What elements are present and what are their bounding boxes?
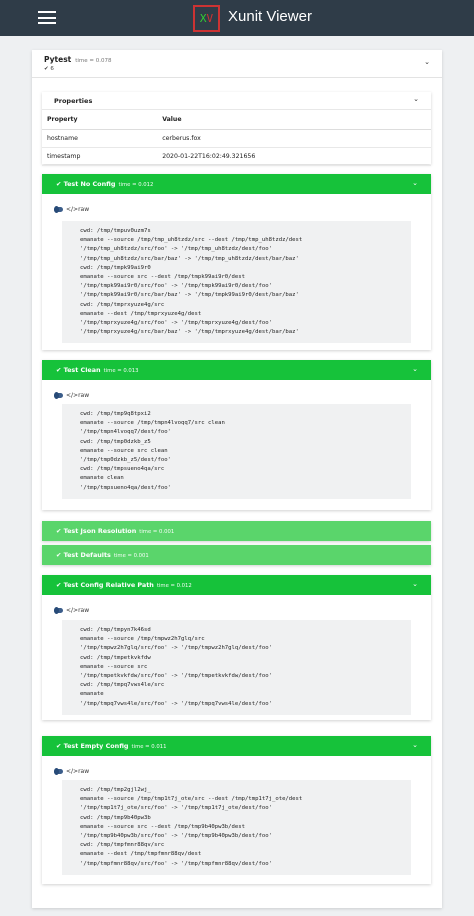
column-header-property: Property xyxy=(42,110,158,130)
raw-label: </>raw xyxy=(66,768,90,775)
raw-label: </>raw xyxy=(66,392,90,399)
chevron-down-icon[interactable]: ⌄ xyxy=(424,58,430,66)
test-time: time = 0.001 xyxy=(139,529,175,535)
chevron-down-icon[interactable]: ⌄ xyxy=(412,741,418,749)
column-header-value: Value xyxy=(157,110,431,130)
test-title: ✔ Test No Config time = 0.012 xyxy=(56,180,154,188)
suite-name-row: Pytest time = 0.078 xyxy=(44,55,112,64)
table-header-row: Property Value xyxy=(42,110,431,130)
test-time: time = 0.011 xyxy=(131,744,167,750)
test-header[interactable]: ✔ Test Json Resolution time = 0.001 xyxy=(42,521,431,541)
test-header[interactable]: ✔ Test Clean time = 0.013 ⌄ xyxy=(42,360,431,380)
raw-toggle[interactable]: </>raw xyxy=(54,392,89,399)
test-header[interactable]: ✔ Test Defaults time = 0.001 xyxy=(42,545,431,565)
test-name: Test No Config xyxy=(63,180,116,188)
chevron-down-icon[interactable]: ⌄ xyxy=(412,179,418,187)
toggle-icon[interactable] xyxy=(54,607,63,614)
test-title: ✔ Test Json Resolution time = 0.001 xyxy=(56,527,175,535)
property-cell: hostname xyxy=(42,129,158,148)
test-name: Test Defaults xyxy=(63,551,111,559)
test-title: ✔ Test Clean time = 0.013 xyxy=(56,366,139,374)
test-time: time = 0.013 xyxy=(103,368,139,374)
test-header[interactable]: ✔ Test Config Relative Path time = 0.012 … xyxy=(42,575,431,595)
toggle-icon[interactable] xyxy=(54,768,63,775)
test-title: ✔ Test Defaults time = 0.001 xyxy=(56,551,149,559)
test-header[interactable]: ✔ Test No Config time = 0.012 ⌄ xyxy=(42,174,431,194)
test-output: cwd: /tmp/tmp2gjl2wj_ emanate --source /… xyxy=(62,780,411,875)
test-name: Test Json Resolution xyxy=(63,527,137,535)
raw-toggle[interactable]: </>raw xyxy=(54,206,89,213)
suite-time: time = 0.078 xyxy=(75,58,112,64)
test-card: ✔ Test Empty Config time = 0.011 ⌄ </>raw… xyxy=(42,736,431,884)
test-name: Test Config Relative Path xyxy=(63,581,154,589)
top-navbar: XV Xunit Viewer xyxy=(0,0,474,36)
test-header[interactable]: ✔ Test Empty Config time = 0.011 ⌄ xyxy=(42,736,431,756)
suite-count: ✔ 6 xyxy=(44,66,54,72)
properties-title: Properties xyxy=(54,97,93,105)
chevron-down-icon[interactable]: ⌄ xyxy=(412,580,418,588)
test-title: ✔ Test Config Relative Path time = 0.012 xyxy=(56,581,192,589)
test-name: Test Clean xyxy=(63,366,101,374)
raw-toggle[interactable]: </>raw xyxy=(54,607,89,614)
suite-header[interactable]: Pytest time = 0.078 ✔ 6 ⌄ xyxy=(32,50,442,78)
test-card: ✔ Test Clean time = 0.013 ⌄ </>raw cwd: /… xyxy=(42,360,431,510)
test-output: cwd: /tmp/tmpuv0uzm7s emanate --source /… xyxy=(62,221,411,344)
table-row: hostname cerberus.fox xyxy=(42,129,431,148)
chevron-down-icon[interactable]: ⌄ xyxy=(413,95,419,103)
test-title: ✔ Test Empty Config time = 0.011 xyxy=(56,742,167,750)
property-cell: timestamp xyxy=(42,147,158,166)
properties-card: Properties ⌄ Property Value hostname cer… xyxy=(42,92,431,166)
test-output: cwd: /tmp/tmpyn7k46sd emanate --source /… xyxy=(62,620,411,715)
raw-label: </>raw xyxy=(66,607,90,614)
value-cell: cerberus.fox xyxy=(157,129,431,148)
test-card: ✔ Test Defaults time = 0.001 xyxy=(42,545,431,565)
properties-table: Property Value hostname cerberus.fox tim… xyxy=(42,110,431,166)
raw-label: </>raw xyxy=(66,206,90,213)
test-card: ✔ Test Json Resolution time = 0.001 xyxy=(42,521,431,541)
chevron-down-icon[interactable]: ⌄ xyxy=(412,365,418,373)
test-time: time = 0.001 xyxy=(113,553,149,559)
test-time: time = 0.012 xyxy=(156,583,192,589)
value-cell: 2020-01-22T16:02:49.321656 xyxy=(157,147,431,166)
test-name: Test Empty Config xyxy=(63,742,129,750)
logo-icon: XV xyxy=(193,5,220,32)
table-row: timestamp 2020-01-22T16:02:49.321656 xyxy=(42,147,431,166)
toggle-icon[interactable] xyxy=(54,206,63,213)
app-title: Xunit Viewer xyxy=(228,8,312,25)
toggle-icon[interactable] xyxy=(54,392,63,399)
properties-header[interactable]: Properties ⌄ xyxy=(42,92,431,110)
menu-icon[interactable] xyxy=(38,11,56,24)
raw-toggle[interactable]: </>raw xyxy=(54,768,89,775)
test-time: time = 0.012 xyxy=(118,182,154,188)
test-output: cwd: /tmp/tmp9q8tpxi2 emanate --source /… xyxy=(62,404,411,499)
suite-name: Pytest xyxy=(44,55,72,64)
test-card: ✔ Test No Config time = 0.012 ⌄ </>raw cw… xyxy=(42,174,431,350)
test-card: ✔ Test Config Relative Path time = 0.012 … xyxy=(42,575,431,720)
